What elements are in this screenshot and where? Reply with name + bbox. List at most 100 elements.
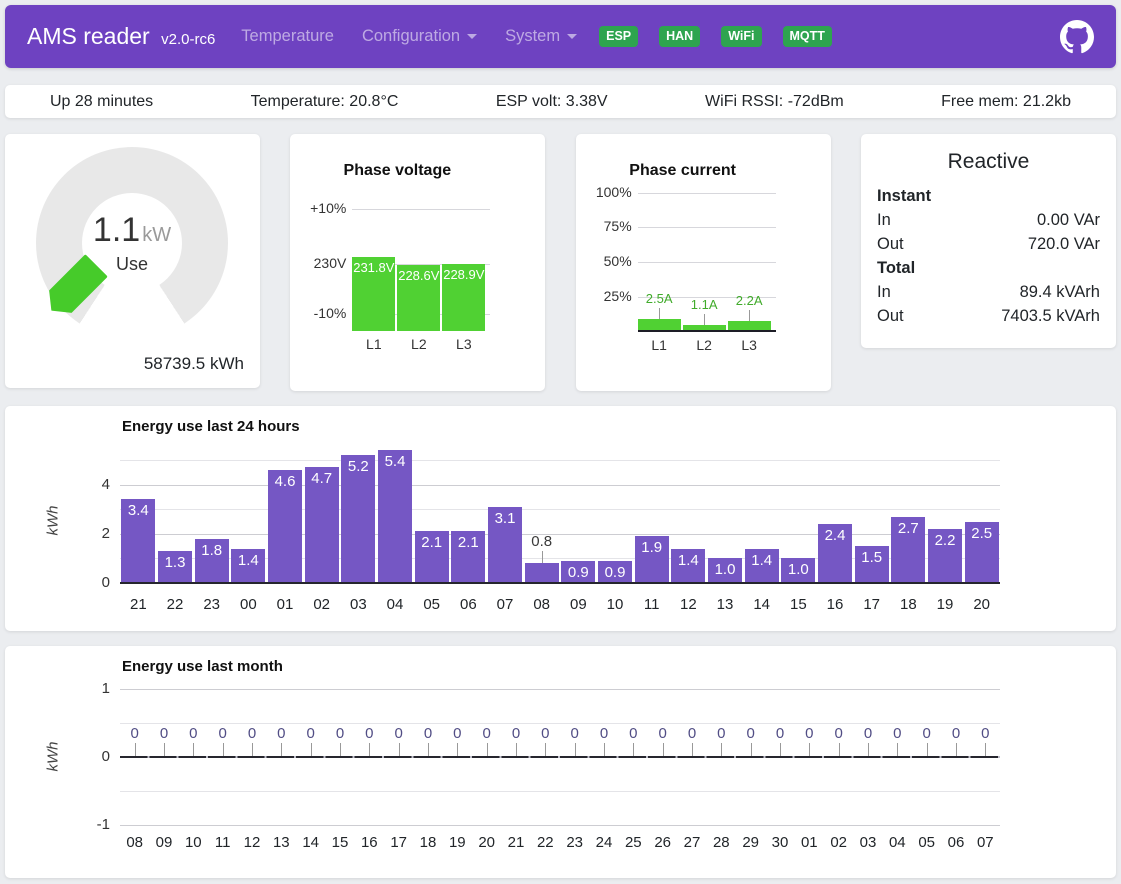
bar-value-label: 1.5 (855, 549, 889, 566)
main-nav: Temperature Configuration System (241, 27, 577, 46)
reactive-row: Out 720.0 VAr (877, 232, 1100, 256)
x-axis-tick-label: 05 (413, 596, 450, 613)
x-axis-tick-label: 08 (120, 834, 149, 851)
mqtt-status-badge: MQTT (783, 26, 832, 47)
bar-value-label: 1.4 (231, 552, 265, 569)
nav-item-configuration[interactable]: Configuration (362, 27, 477, 46)
x-axis-tick-label: 22 (157, 596, 194, 613)
energy-month-card: Energy use last month 10-1kWh00800901001… (5, 646, 1116, 878)
x-axis-tick-label: 06 (450, 596, 487, 613)
y-axis-tick-label: -1 (5, 816, 110, 833)
label-connector-line (604, 743, 605, 756)
bar-value-label: 0 (883, 725, 912, 742)
bar-value-label: 4.6 (268, 473, 302, 490)
x-axis-tick-label: 03 (853, 834, 882, 851)
gridline (638, 262, 776, 263)
wifi-status-badge: WiFi (721, 26, 761, 47)
x-axis-tick-label: 24 (589, 834, 618, 851)
label-connector-line (721, 743, 722, 756)
phase-voltage-card: Phase voltage +10%230V-10%231.8VL1228.6V… (290, 134, 545, 391)
y-axis-tick-label: 1 (5, 680, 110, 697)
x-axis-tick-label: 14 (296, 834, 325, 851)
bar-value-label: 0 (648, 725, 677, 742)
bar (525, 563, 559, 583)
app-version: v2.0-rc6 (161, 31, 215, 48)
label-connector-line (897, 743, 898, 756)
reactive-row: Out 7403.5 kVArh (877, 304, 1100, 328)
gauge-value: 1.1 (93, 211, 140, 249)
github-link[interactable] (1060, 20, 1094, 54)
bar-value-label: 0 (296, 725, 325, 742)
label-connector-line (809, 743, 810, 756)
nav-item-temperature[interactable]: Temperature (241, 27, 334, 46)
page: AMS reader v2.0-rc6 Temperature Configur… (0, 0, 1121, 883)
label-connector-line (927, 743, 928, 756)
x-axis-tick-label: 18 (413, 834, 442, 851)
label-connector-line (749, 310, 750, 321)
x-axis-tick-label: 18 (890, 596, 927, 613)
app-brand[interactable]: AMS reader v2.0-rc6 (27, 23, 215, 50)
bar-value-label: 1.4 (671, 552, 705, 569)
bar-value-label: 0 (619, 725, 648, 742)
x-axis-tick-label: 15 (325, 834, 354, 851)
label-connector-line (516, 743, 517, 756)
header: AMS reader v2.0-rc6 Temperature Configur… (5, 5, 1116, 68)
x-axis-tick-label: 01 (267, 596, 304, 613)
bar-value-label: 0 (208, 725, 237, 742)
bar-value-label: 0 (707, 725, 736, 742)
x-axis-tick-label: 11 (208, 834, 237, 851)
nav-item-system[interactable]: System (505, 27, 577, 46)
label-connector-line (399, 743, 400, 756)
label-connector-line (780, 743, 781, 756)
gridline (120, 485, 1000, 486)
x-axis-tick-label: 22 (531, 834, 560, 851)
x-axis-tick-label: 09 (560, 596, 597, 613)
label-connector-line (663, 743, 664, 756)
reactive-row: In 0.00 VAr (877, 208, 1100, 232)
x-axis-tick-label: 29 (736, 834, 765, 851)
bar-value-label: 0 (853, 725, 882, 742)
x-axis-tick-label: 05 (912, 834, 941, 851)
label-connector-line (751, 743, 752, 756)
temperature-text: Temperature: 20.8°C (251, 93, 399, 111)
x-axis-tick-label: 10 (597, 596, 634, 613)
x-axis-tick-label: 27 (677, 834, 706, 851)
x-axis-tick-label: 16 (817, 596, 854, 613)
bar-value-label: 0 (443, 725, 472, 742)
x-axis-tick-label: L3 (728, 337, 771, 353)
x-axis-tick-label: 12 (670, 596, 707, 613)
y-axis-tick-label: 25% (576, 288, 632, 304)
esp-status-badge: ESP (599, 26, 638, 47)
x-axis-tick-label: 13 (707, 596, 744, 613)
bar-value-label: 0 (795, 725, 824, 742)
bar-value-label: 231.8V (352, 260, 395, 275)
x-axis-tick-label: 23 (560, 834, 589, 851)
row-value: 720.0 VAr (1028, 232, 1100, 256)
bar-value-label: 4.7 (305, 470, 339, 487)
axis-line (638, 330, 776, 332)
x-axis-tick-label: 13 (267, 834, 296, 851)
nav-item-label: System (505, 27, 560, 45)
bar-value-label: 2.2 (928, 532, 962, 549)
label-connector-line (164, 743, 165, 756)
bar-value-label: 2.1 (415, 534, 449, 551)
bar-value-label: 0 (472, 725, 501, 742)
x-axis-tick-label: 09 (149, 834, 178, 851)
y-axis-tick-label: 0 (5, 574, 110, 591)
bar-value-label: 228.6V (397, 268, 440, 283)
github-icon (1060, 20, 1094, 54)
y-axis-tick-label: 75% (576, 218, 632, 234)
x-axis-tick-label: 21 (501, 834, 530, 851)
bar-value-label: 0.9 (598, 564, 632, 581)
chart-title: Energy use last 24 hours (122, 418, 300, 435)
bar-value-label: 1.8 (195, 542, 229, 559)
x-axis-tick-label: 01 (795, 834, 824, 851)
x-axis-tick-label: 20 (472, 834, 501, 851)
esp-volt-text: ESP volt: 3.38V (496, 93, 608, 111)
row-value: 89.4 kVArh (1020, 280, 1100, 304)
x-axis-tick-label: L1 (352, 336, 395, 352)
bar-value-label: 1.0 (781, 561, 815, 578)
bar-value-label: 1.3 (158, 554, 192, 571)
x-axis-tick-label: 02 (824, 834, 853, 851)
x-axis-tick-label: 25 (619, 834, 648, 851)
